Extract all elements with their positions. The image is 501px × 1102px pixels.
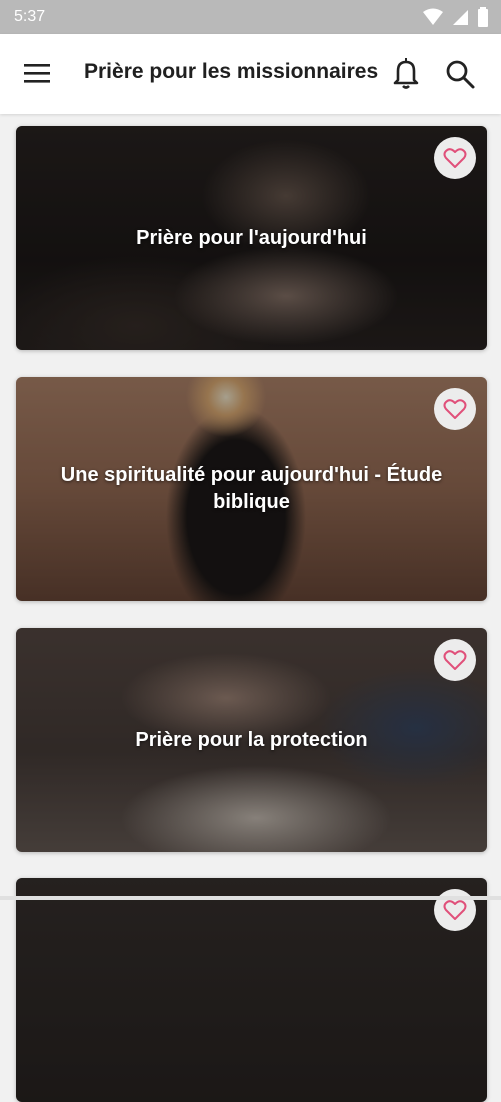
bottom-divider xyxy=(0,896,501,900)
app-bar: Prière pour les missionnaires xyxy=(0,34,501,114)
search-button[interactable] xyxy=(442,56,478,92)
favorite-button[interactable] xyxy=(434,639,476,681)
card-prayer-today[interactable]: Prière pour l'aujourd'hui xyxy=(16,126,487,350)
heart-outline-icon xyxy=(443,900,467,920)
menu-icon xyxy=(24,64,50,83)
status-bar: 5:37 xyxy=(0,0,501,34)
menu-button[interactable] xyxy=(22,60,56,88)
wifi-icon xyxy=(423,8,443,25)
bell-icon xyxy=(393,58,419,89)
search-icon xyxy=(446,60,475,89)
card-title: Prière pour l'aujourd'hui xyxy=(136,226,367,249)
favorite-button[interactable] xyxy=(434,388,476,430)
card-prayer-protection[interactable]: Prière pour la protection xyxy=(16,628,487,852)
status-icons xyxy=(423,7,489,27)
heart-outline-icon xyxy=(443,399,467,419)
card-partial[interactable] xyxy=(16,878,487,1102)
status-time: 5:37 xyxy=(14,8,46,25)
heart-outline-icon xyxy=(443,650,467,670)
card-title: Prière pour la protection xyxy=(135,728,368,751)
signal-icon xyxy=(453,10,468,25)
notifications-button[interactable] xyxy=(390,56,422,92)
heart-outline-icon xyxy=(443,148,467,168)
card-spirituality-study[interactable]: Une spiritualité pour aujourd'hui - Étud… xyxy=(16,377,487,601)
card-title: Une spiritualité pour aujourd'hui - Étud… xyxy=(60,464,443,513)
card-title xyxy=(36,878,467,1102)
page-title: Prière pour les missionnaires xyxy=(84,60,379,83)
battery-icon xyxy=(478,7,488,27)
favorite-button[interactable] xyxy=(434,137,476,179)
